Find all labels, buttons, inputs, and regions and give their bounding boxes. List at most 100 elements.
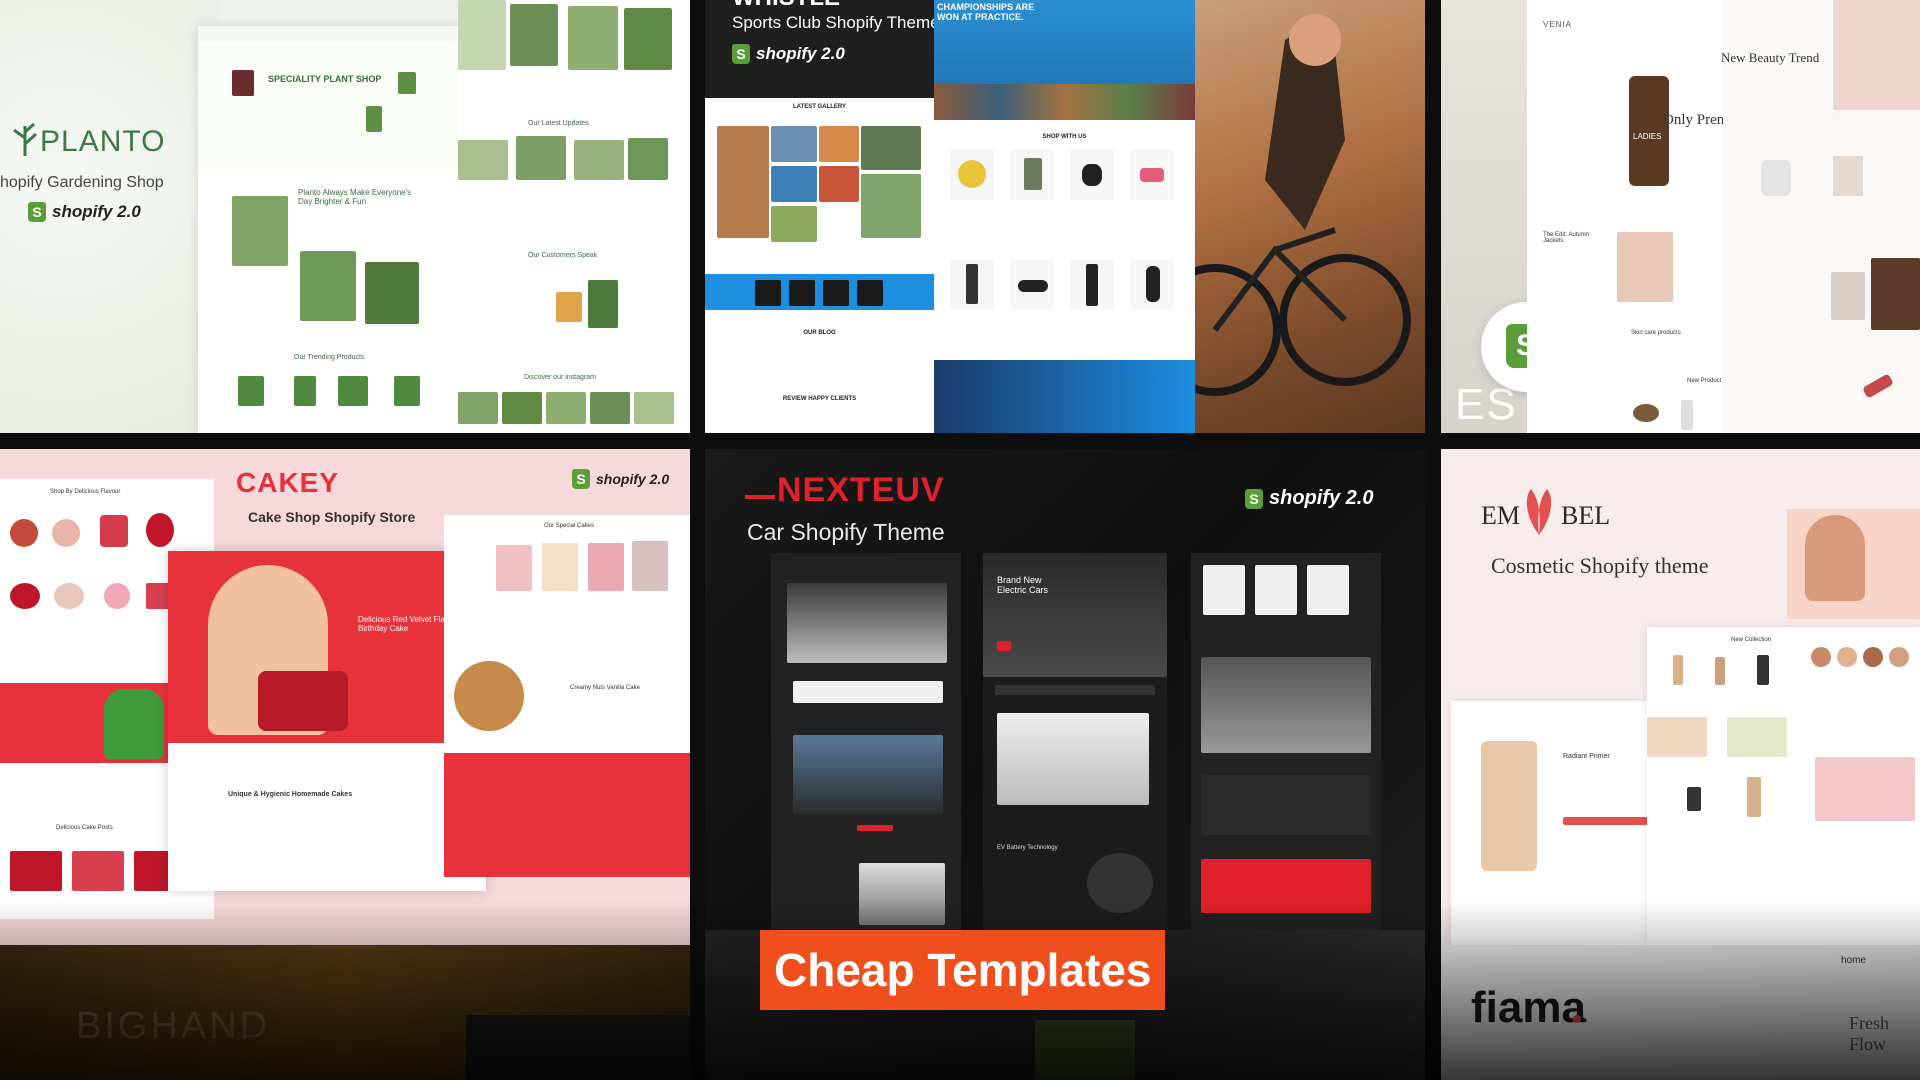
venia-brand: VENIA [1543,20,1573,29]
cyclist-photo [1149,0,1425,433]
product-image [1681,400,1693,430]
instagram-image [590,392,630,424]
fiama-nav-home[interactable]: home [1841,955,1866,966]
product-image [394,376,420,406]
hero-car-image [983,553,1167,677]
nexteuv-accent-line [745,495,775,499]
filter-bar [793,681,943,703]
lipstick-banner [1815,757,1915,821]
gallery-image [458,0,506,70]
app-banner [1201,775,1371,835]
pricing-card [1307,565,1349,615]
avatar [1811,647,1831,667]
cakey-posts-title: Delicious Cake Posts [56,825,113,831]
gallery-image [510,4,558,66]
nexteuv-hero-title: Brand New Electric Cars [997,575,1049,595]
instagram-image [458,392,498,424]
cake-image [100,515,128,547]
embel-product-title: Radiant Primer [1563,753,1610,760]
whistle-brand: WHISTLE [732,0,840,12]
slider-dots [857,825,893,831]
watch-image [1140,168,1164,182]
cake-image [52,519,80,547]
cake-image [588,543,624,591]
embel-page-preview-2: New Collection [1647,627,1920,945]
cakey-subtitle: Cake Shop Shopify Store [248,509,416,525]
avatar [1863,647,1883,667]
planto-customers-title: Our Customers Speak [528,252,598,259]
cakey-main-preview: Delicious Red Velvet Flavoured Birthday … [168,551,486,891]
whistle-athlete-strip [934,84,1195,120]
embel-subtitle: Cosmetic Shopify theme [1491,553,1709,578]
planto-instagram-title: Discover our instagram [524,374,596,381]
embel-template-tile[interactable]: EM BEL Cosmetic Shopify theme Radiant Pr… [1441,449,1920,945]
product-image [1757,655,1769,685]
planto-trending-title: Our Trending Products [294,354,365,361]
shopify-label: shopify 2.0 [1269,487,1374,509]
gallery-image [771,166,817,202]
cake-image [54,583,84,609]
fiama-template-tile[interactable]: fiama home Fresh Flow [1441,945,1920,1080]
gallery-image [819,126,859,162]
cakey-template-tile[interactable]: Shop By Delicious Flavour Delicious Cake… [0,449,690,945]
fiama-tagline: Fresh Flow [1849,1013,1889,1054]
model-image [1871,258,1920,330]
cake-image [496,545,532,591]
plant-image [366,106,382,132]
car-image [793,735,943,815]
model-face [1805,515,1865,601]
cakey-vanilla-title: Creamy Nuts Vanilla Cake [570,685,640,691]
preview-image [1035,1020,1135,1080]
venia-template-tile[interactable]: ES S VENIA LADIES Only Premium T The Edi… [1441,0,1920,433]
gallery-image [624,8,672,70]
gallery-image [861,126,921,170]
planto-template-tile[interactable]: PLANTO hopify Gardening Shop S shopify 2… [0,0,690,433]
nexteuv-page-preview-3 [1191,553,1381,930]
whistle-template-tile[interactable]: WHISTLE Sports Club Shopify Theme S shop… [705,0,1425,433]
model-image [1787,509,1920,619]
planto-latest-title: Our Latest Updates [528,120,589,127]
cake-image [146,513,174,547]
nexteuv-template-tile[interactable]: NEXTEUV Car Shopify Theme S shopify 2.0 … [705,449,1425,930]
whistle-subtitle: Sports Club Shopify Theme [732,13,940,32]
model-image [1833,0,1920,110]
shopify-bag-icon: S [28,202,46,222]
instagram-image [546,392,586,424]
nexteuv-page-preview-2: Brand New Electric Cars EV Battery Techn… [983,553,1167,930]
whistle-shopify-badge: S shopify 2.0 [732,44,845,64]
avatar [1889,647,1909,667]
donut-cake-image [454,661,524,731]
planto-hero-title: SPECIALITY PLANT SHOP [268,74,382,84]
hero-button[interactable] [997,641,1011,651]
product-image [1633,404,1659,422]
venia-right-preview: New Beauty Trend [1721,0,1920,433]
ball-image [958,160,986,188]
post-image [72,851,124,891]
bighand-template-tile[interactable]: BIGHAND [0,945,690,1080]
whistle-shop-section: SHOP WITH US [934,120,1195,360]
venia-headline-1: New Beauty Trend [1721,50,1820,65]
plant-image [232,196,288,266]
planto-nav [198,26,460,43]
tire-image [1087,853,1153,913]
cake-image [104,583,130,609]
cheap-templates-banner: Cheap Templates [760,930,1166,1010]
product-image [1687,787,1701,811]
earbuds-image [1082,164,1102,186]
bighand-brand: BIGHAND [76,1005,271,1047]
cakey-unique-title: Unique & Hygienic Homemade Cakes [228,791,353,798]
stat-icon [789,280,815,306]
product-image [1673,655,1683,685]
gallery-image [771,206,817,242]
cars-grid-image [1201,657,1371,753]
whistle-stats-strip [705,274,934,310]
gallery-image [819,166,859,202]
product-image [1715,657,1725,685]
leaf-icon [10,118,40,158]
planto-page-preview: SPECIALITY PLANT SHOP Planto Always Make… [198,26,460,433]
gallery-image [861,174,921,238]
blog-image [458,140,508,180]
bottle-image [1086,264,1098,306]
instagram-image [502,392,542,424]
stat-icon [823,280,849,306]
